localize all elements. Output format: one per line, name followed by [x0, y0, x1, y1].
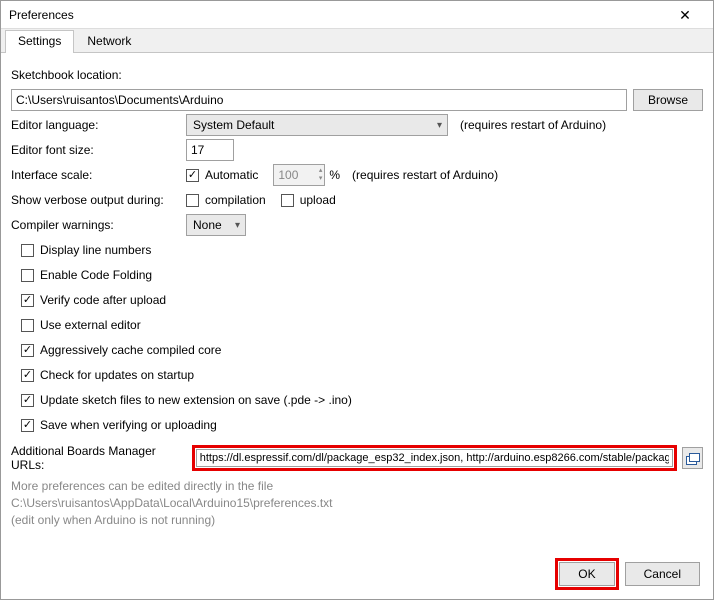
fontsize-label: Editor font size:	[11, 143, 186, 157]
percent-sign: %	[329, 168, 340, 182]
language-row: Editor language: System Default (require…	[11, 114, 703, 136]
window-stack-icon	[686, 453, 698, 463]
preferences-panel: Sketchbook location: Browse Editor langu…	[1, 53, 713, 537]
option-row: Aggressively cache compiled core	[21, 339, 703, 361]
footer-line1: More preferences can be edited directly …	[11, 478, 703, 495]
language-select[interactable]: System Default	[186, 114, 448, 136]
sketchbook-row: Browse	[11, 89, 703, 111]
tab-strip: Settings Network	[1, 29, 713, 53]
close-icon[interactable]: ✕	[665, 1, 705, 29]
verbose-row: Show verbose output during: compilation …	[11, 189, 703, 211]
title-bar: Preferences ✕	[1, 1, 713, 29]
sketchbook-label: Sketchbook location:	[11, 68, 122, 82]
additional-urls-input[interactable]	[196, 449, 673, 467]
warnings-row: Compiler warnings: None	[11, 214, 703, 236]
dialog-button-bar: OK Cancel	[555, 558, 700, 590]
language-note: (requires restart of Arduino)	[460, 118, 606, 132]
browse-button[interactable]: Browse	[633, 89, 703, 111]
option-row: Verify code after upload	[21, 289, 703, 311]
edit-urls-button[interactable]	[682, 447, 703, 469]
scale-auto-label: Automatic	[205, 168, 258, 182]
option-label: Aggressively cache compiled core	[40, 343, 221, 357]
fontsize-row: Editor font size:	[11, 139, 703, 161]
verbose-upload-checkbox[interactable]: upload	[281, 193, 336, 207]
option-checkbox[interactable]: Save when verifying or uploading	[21, 418, 217, 432]
urls-row: Additional Boards Manager URLs:	[11, 444, 703, 472]
option-label: Save when verifying or uploading	[40, 418, 217, 432]
verbose-label: Show verbose output during:	[11, 193, 186, 207]
checkbox-icon	[186, 169, 199, 182]
sketchbook-label-row: Sketchbook location:	[11, 64, 703, 86]
verbose-upload-label: upload	[300, 193, 336, 207]
option-checkbox[interactable]: Use external editor	[21, 318, 141, 332]
sketchbook-path-input[interactable]	[11, 89, 627, 111]
checkbox-icon	[186, 194, 199, 207]
option-row: Use external editor	[21, 314, 703, 336]
checkbox-icon	[21, 294, 34, 307]
verbose-compilation-label: compilation	[205, 193, 266, 207]
option-label: Verify code after upload	[40, 293, 166, 307]
option-row: Enable Code Folding	[21, 264, 703, 286]
option-label: Enable Code Folding	[40, 268, 152, 282]
option-checkbox[interactable]: Display line numbers	[21, 243, 151, 257]
footer-line2: C:\Users\ruisantos\AppData\Local\Arduino…	[11, 495, 703, 512]
option-checkbox[interactable]: Aggressively cache compiled core	[21, 343, 221, 357]
checkbox-icon	[21, 244, 34, 257]
scale-label: Interface scale:	[11, 168, 186, 182]
option-row: Update sketch files to new extension on …	[21, 389, 703, 411]
checkbox-icon	[21, 269, 34, 282]
urls-highlight	[192, 445, 677, 471]
cancel-button[interactable]: Cancel	[625, 562, 700, 586]
scale-row: Interface scale: Automatic 100 % (requir…	[11, 164, 703, 186]
verbose-compilation-checkbox[interactable]: compilation	[186, 193, 266, 207]
option-checkbox[interactable]: Check for updates on startup	[21, 368, 194, 382]
option-label: Display line numbers	[40, 243, 151, 257]
checkbox-icon	[21, 319, 34, 332]
ok-button[interactable]: OK	[559, 562, 614, 586]
window-title: Preferences	[9, 8, 74, 22]
warnings-select[interactable]: None	[186, 214, 246, 236]
option-label: Check for updates on startup	[40, 368, 194, 382]
option-row: Check for updates on startup	[21, 364, 703, 386]
option-row: Save when verifying or uploading	[21, 414, 703, 436]
option-checkbox[interactable]: Enable Code Folding	[21, 268, 152, 282]
scale-note: (requires restart of Arduino)	[352, 168, 498, 182]
fontsize-input[interactable]	[186, 139, 234, 161]
checkbox-icon	[21, 344, 34, 357]
tab-settings[interactable]: Settings	[5, 30, 74, 53]
checkbox-icon	[21, 419, 34, 432]
language-label: Editor language:	[11, 118, 186, 132]
option-row: Display line numbers	[21, 239, 703, 261]
footer-line3: (edit only when Arduino is not running)	[11, 512, 703, 529]
options-list: Display line numbers Enable Code Folding V…	[11, 239, 703, 436]
scale-percent-spinner[interactable]: 100	[273, 164, 325, 186]
option-label: Update sketch files to new extension on …	[40, 393, 352, 407]
footer-note: More preferences can be edited directly …	[11, 478, 703, 529]
ok-highlight: OK	[555, 558, 618, 590]
warnings-label: Compiler warnings:	[11, 218, 186, 232]
option-checkbox[interactable]: Update sketch files to new extension on …	[21, 393, 352, 407]
scale-auto-checkbox[interactable]: Automatic	[186, 168, 258, 182]
urls-label: Additional Boards Manager URLs:	[11, 444, 186, 472]
checkbox-icon	[21, 394, 34, 407]
checkbox-icon	[281, 194, 294, 207]
checkbox-icon	[21, 369, 34, 382]
option-checkbox[interactable]: Verify code after upload	[21, 293, 166, 307]
option-label: Use external editor	[40, 318, 141, 332]
tab-network[interactable]: Network	[74, 30, 144, 53]
